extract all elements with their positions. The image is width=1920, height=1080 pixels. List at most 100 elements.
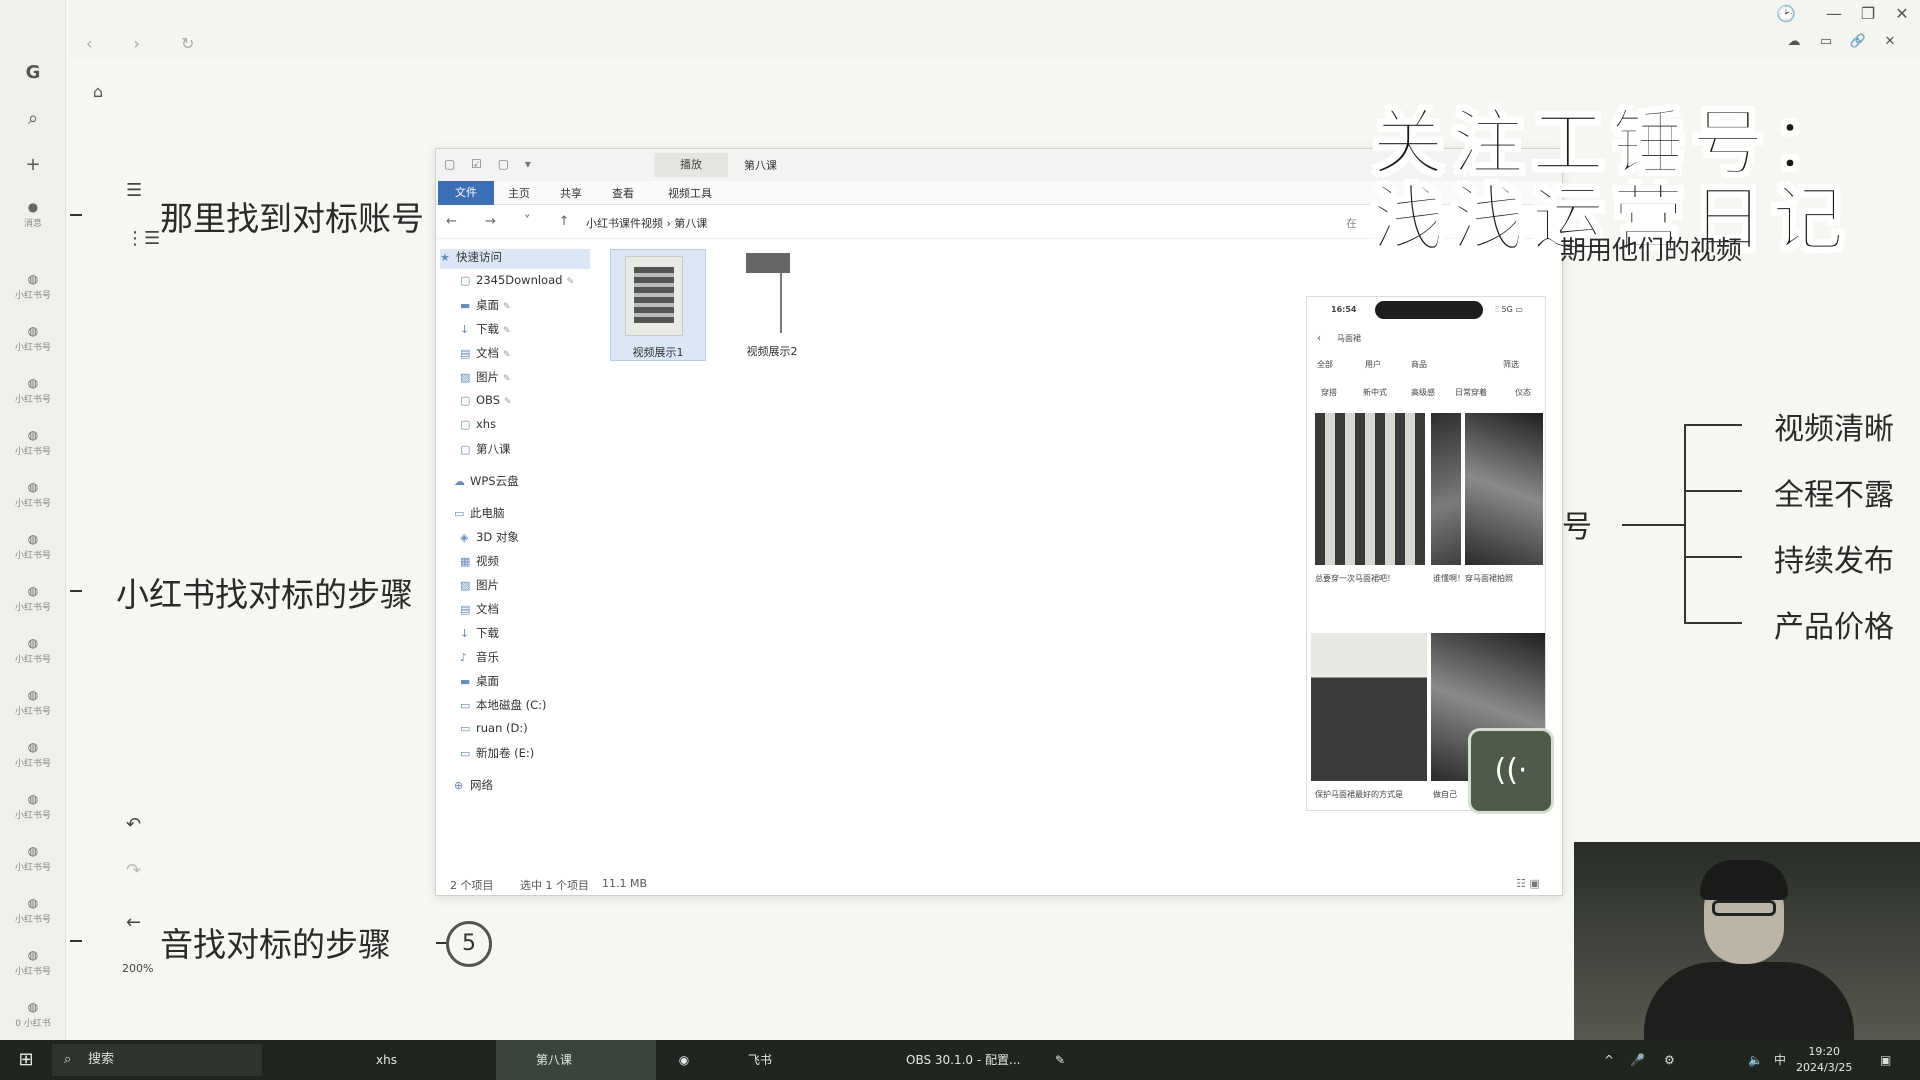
quick-access-toolbar[interactable]: ▢ ☑ ▢ ▾ [444, 157, 537, 171]
windows-start-icon[interactable]: ⊞ [12, 1040, 40, 1080]
tab-file[interactable]: 文件 [438, 181, 494, 205]
rail-item[interactable]: ◍ 小红书号 [8, 376, 58, 405]
nav-item[interactable]: ⊕ 网络 [454, 777, 493, 797]
rail-item[interactable]: ◍ 小红书号 [8, 584, 58, 613]
mindmap-node-item[interactable]: 全程不露 [1774, 470, 1894, 514]
history-icon[interactable]: 🕑 [1774, 4, 1798, 23]
nav-item[interactable]: ▢ xhs [460, 417, 496, 437]
nav-item[interactable]: ▦ 视频 [460, 553, 499, 573]
phone-tab[interactable]: 筛选 [1503, 359, 1519, 370]
rail-item[interactable]: ◍ 小红书号 [8, 948, 58, 977]
nav-item[interactable]: ▢ OBS ✎ [460, 393, 512, 413]
maximize-button[interactable]: ❐ [1856, 4, 1880, 23]
search-box[interactable]: 在 [1346, 215, 1357, 231]
nav-item[interactable]: ▢ 第八课 [460, 441, 511, 461]
rail-item[interactable]: ◍ 小红书号 [8, 636, 58, 665]
rail-item[interactable]: ◍ 小红书号 [8, 428, 58, 457]
close-panel-icon[interactable]: ✕ [1878, 34, 1902, 49]
input-method-indicator[interactable]: 中 [1774, 1040, 1786, 1080]
collapse-badge[interactable]: 5 [446, 921, 492, 967]
mindmap-node-steps[interactable]: 小红书找对标的步骤 [116, 568, 413, 616]
logo-icon[interactable]: G [20, 62, 46, 83]
notification-icon[interactable]: ▣ [1880, 1040, 1891, 1080]
nav-item[interactable]: ♪ 音乐 [460, 649, 499, 669]
redo-icon[interactable]: ↷ [126, 860, 141, 881]
bird-app-icon[interactable]: ✎ [1040, 1040, 1080, 1080]
address-nav-buttons[interactable]: ← → ˅ ↑ [446, 214, 582, 229]
nav-item-quick-access[interactable]: ★ 快速访问 [440, 249, 590, 269]
taskbar-app-explorer[interactable]: 第八课 [496, 1040, 656, 1080]
settings-icon[interactable]: ⚙ [1664, 1040, 1675, 1080]
rail-item[interactable]: ◍ 小红书号 [8, 844, 58, 873]
taskbar-app-xhs[interactable]: xhs [340, 1040, 490, 1080]
link-icon[interactable]: 🔗 [1846, 34, 1870, 49]
rail-item[interactable]: ◍ 0 小红书 [8, 1000, 58, 1029]
back-icon[interactable]: ‹ [1317, 333, 1321, 344]
phone-chip[interactable]: 穿搭 [1321, 387, 1337, 398]
mindmap-node-item[interactable]: 持续发布 [1774, 536, 1894, 580]
phone-tab[interactable]: 全部 [1317, 359, 1333, 370]
phone-tab[interactable]: 商品 [1411, 359, 1427, 370]
structure-icon[interactable]: ⋮☰ [126, 228, 160, 249]
rail-item[interactable]: ◍ 小红书号 [8, 532, 58, 561]
nav-item[interactable]: ◈ 3D 对象 [460, 529, 519, 549]
outline-icon[interactable]: ☰ [126, 180, 142, 201]
cloud-icon[interactable]: ☁ [1782, 34, 1806, 49]
mindmap-node-item[interactable]: 视频清晰 [1774, 404, 1894, 448]
undo-icon[interactable]: ↶ [126, 814, 141, 835]
microphone-icon[interactable]: 🎤 [1630, 1040, 1645, 1080]
nav-item[interactable]: ▭ 此电脑 [454, 505, 505, 525]
nav-item[interactable]: ☁ WPS云盘 [454, 473, 519, 493]
phone-chip[interactable]: 高级感 [1411, 387, 1435, 398]
nav-item[interactable]: ↓ 下载 [460, 625, 499, 645]
phone-search-text[interactable]: 马面裙 [1337, 333, 1361, 344]
phone-tab[interactable]: 用户 [1365, 359, 1381, 370]
rail-item[interactable]: ◍ 小红书号 [8, 480, 58, 509]
audio-wave-icon[interactable]: ((· [1468, 728, 1554, 814]
nav-item[interactable]: ▤ 文档 ✎ [460, 345, 511, 365]
nav-item[interactable]: ↓ 下载 ✎ [460, 321, 511, 341]
phone-chip[interactable]: 日常穿着 [1455, 387, 1487, 398]
tab-home[interactable]: 主页 [508, 185, 530, 201]
mindmap-node-steps2[interactable]: 音找对标的步骤 [160, 918, 391, 966]
rail-item[interactable]: ◍ 小红书号 [8, 896, 58, 925]
breadcrumb-item[interactable]: 小红书课件视频 [586, 217, 663, 230]
breadcrumb[interactable]: 小红书课件视频 › 第八课 [586, 215, 707, 231]
taskbar-app-feishu[interactable]: 飞书 [712, 1040, 862, 1080]
tab-video-tools[interactable]: 视频工具 [668, 185, 712, 201]
rail-item[interactable]: ◍ 小红书号 [8, 792, 58, 821]
post-image[interactable] [1315, 413, 1425, 565]
post-image[interactable] [1431, 413, 1461, 565]
taskbar-clock[interactable]: 19:20 2024/3/25 [1796, 1044, 1852, 1076]
nav-arrows[interactable]: ‹ › ↻ [86, 34, 212, 53]
volume-icon[interactable]: 🔈 [1748, 1040, 1763, 1080]
search-icon[interactable]: ⌕ [20, 108, 46, 129]
browser-icon[interactable]: ◉ [664, 1040, 704, 1080]
close-button[interactable]: ✕ [1890, 4, 1914, 23]
nav-item[interactable]: ▨ 图片 ✎ [460, 369, 511, 389]
tray-overflow-icon[interactable]: ^ [1604, 1040, 1614, 1080]
rail-item[interactable]: ◍ 小红书号 [8, 740, 58, 769]
back-icon[interactable]: ← [126, 912, 141, 933]
rail-item-messages[interactable]: ● 消息 [8, 200, 58, 229]
nav-item[interactable]: ▢ 2345Download ✎ [460, 273, 574, 293]
nav-item[interactable]: ▭ ruan (D:) [460, 721, 528, 741]
minimize-button[interactable]: — [1822, 4, 1846, 23]
breadcrumb-item[interactable]: 第八课 [674, 217, 707, 230]
nav-item[interactable]: ▭ 本地磁盘 (C:) [460, 697, 547, 717]
taskbar-search[interactable]: ⌕ 搜索 [52, 1044, 262, 1076]
rail-item[interactable]: ◍ 小红书号 [8, 272, 58, 301]
tab-share[interactable]: 共享 [560, 185, 582, 201]
tab-view[interactable]: 查看 [612, 185, 634, 201]
details-view-icon[interactable]: ☷ ▣ [1516, 877, 1540, 890]
file-item[interactable]: 视频展示2 [724, 249, 820, 361]
post-image[interactable] [1311, 633, 1427, 781]
window-icon[interactable]: ▭ [1814, 34, 1838, 49]
nav-item[interactable]: ▭ 新加卷 (E:) [460, 745, 534, 765]
home-icon[interactable]: ⌂ [86, 82, 110, 101]
file-item[interactable]: 视频展示1 [610, 249, 706, 361]
nav-item[interactable]: ▨ 图片 [460, 577, 499, 597]
rail-item[interactable]: ◍ 小红书号 [8, 324, 58, 353]
nav-item[interactable]: ▬ 桌面 ✎ [460, 297, 511, 317]
add-icon[interactable]: + [20, 154, 46, 175]
